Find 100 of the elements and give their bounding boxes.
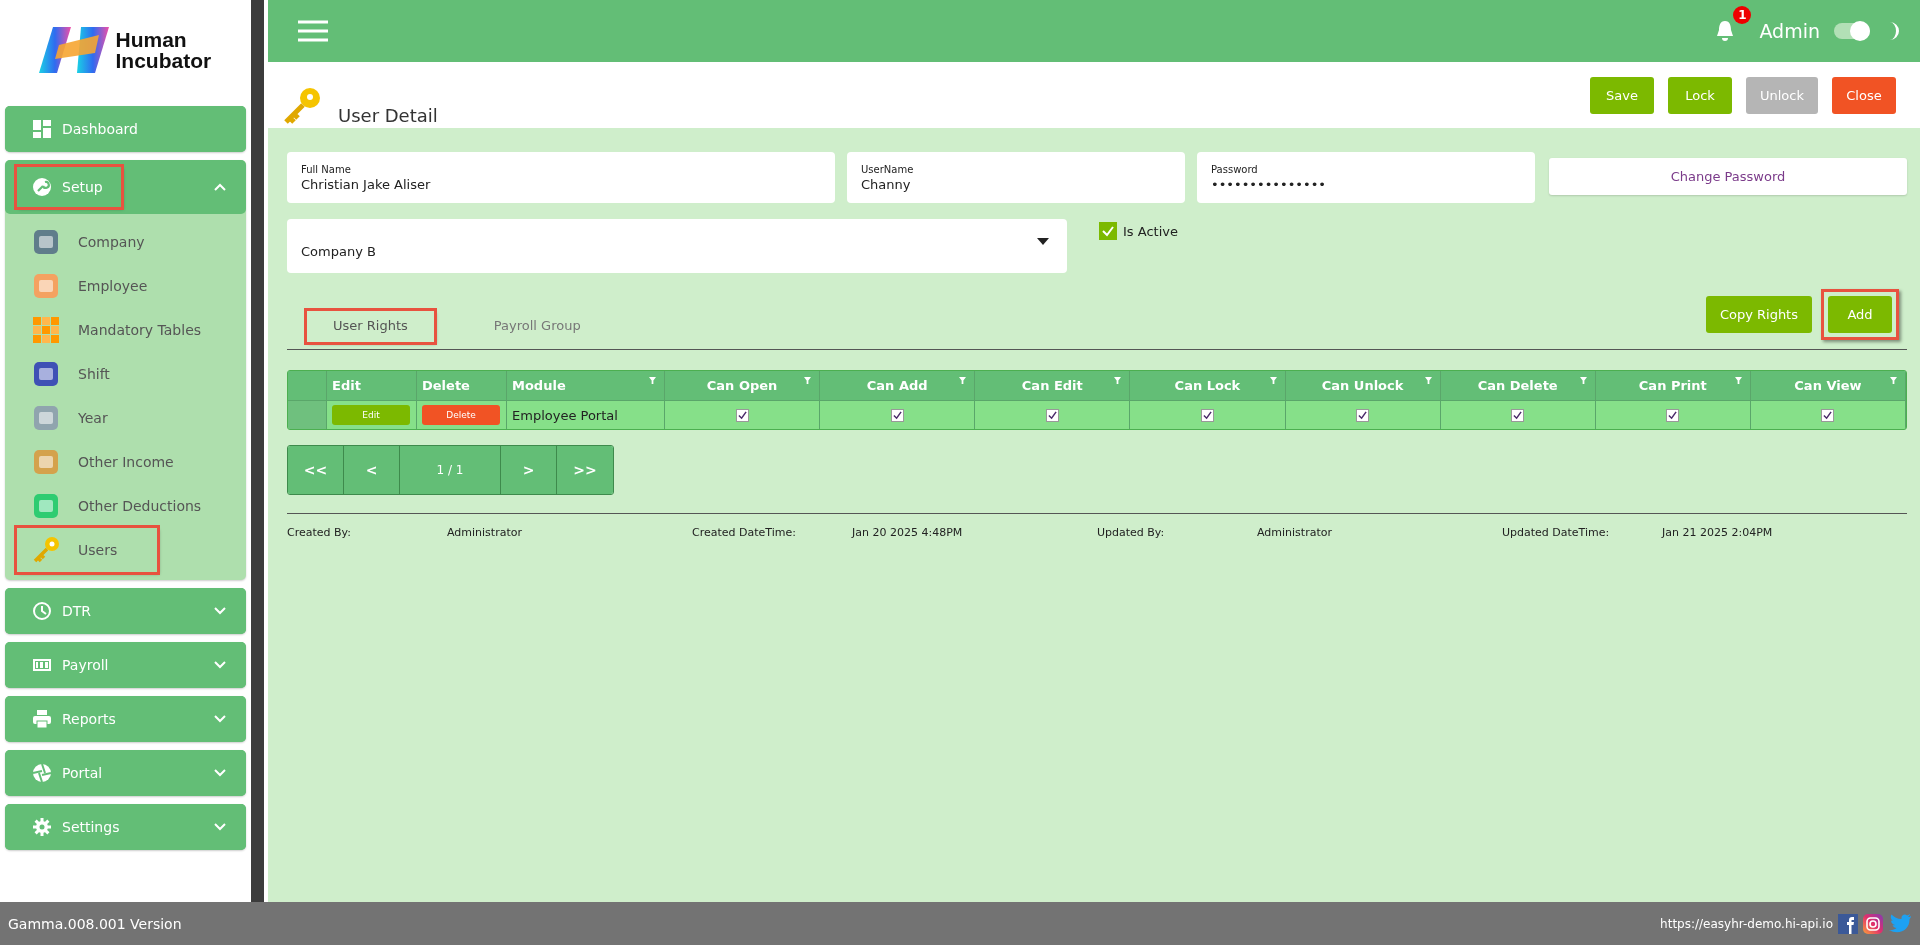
facebook-icon[interactable] — [1838, 913, 1858, 934]
checkbox[interactable] — [890, 408, 904, 422]
submenu-label: Mandatory Tables — [78, 322, 202, 338]
username-field[interactable]: UserName Channy — [847, 152, 1185, 203]
version-text: Gamma.008.001 Version — [8, 915, 182, 932]
brand-name: Human — [115, 29, 188, 50]
tab[interactable]: Payroll Group — [467, 311, 607, 342]
column-header: Can Open — [706, 378, 778, 393]
submenu-label: Shift — [78, 366, 110, 382]
column-header: Can Edit — [1021, 378, 1083, 393]
row-selector-cell[interactable] — [288, 401, 327, 429]
chevron-icon — [213, 823, 226, 831]
sidebar-item[interactable]: Payroll — [5, 642, 246, 688]
delete-button[interactable]: Delete — [422, 405, 500, 425]
submenu-item[interactable]: Year — [17, 396, 148, 440]
sidebar-label: DTR — [62, 603, 92, 619]
bell-icon[interactable] — [1715, 20, 1736, 42]
password-field[interactable]: Password ••••••••••••••• — [1197, 152, 1535, 203]
notification-badge: 1 — [1733, 6, 1752, 24]
filter-icon[interactable] — [1890, 377, 1897, 384]
filter-icon[interactable] — [1424, 377, 1432, 384]
audit-label: Updated By: — [1097, 526, 1166, 539]
submenu-item[interactable]: Shift — [17, 352, 150, 396]
column-header: Can Unlock — [1321, 378, 1404, 393]
submenu-item[interactable]: Company — [17, 220, 185, 264]
filter-icon[interactable] — [804, 377, 812, 384]
column-header: Can Print — [1638, 378, 1707, 393]
instagram-icon[interactable] — [1863, 913, 1883, 934]
table-cell: Employee Portal — [512, 407, 618, 423]
audit-value: Jan 20 2025 4:48PM — [852, 526, 963, 539]
checkbox[interactable] — [1511, 408, 1525, 422]
audit-value: Administrator — [1257, 526, 1332, 539]
sidebar-item[interactable]: Setup — [5, 160, 246, 214]
sidebar-item[interactable]: Dashboard — [5, 106, 246, 152]
checkbox[interactable] — [1045, 408, 1059, 422]
checkbox[interactable] — [1666, 408, 1680, 422]
sidebar-item[interactable]: Reports — [5, 696, 246, 742]
page-title: User Detail — [338, 105, 438, 126]
action-button[interactable]: Add — [1828, 296, 1892, 333]
action-button[interactable]: Save — [1590, 76, 1654, 114]
submenu-item[interactable]: Other Deductions — [17, 484, 242, 528]
checkbox[interactable] — [1099, 222, 1117, 240]
submenu-item[interactable]: Other Income — [17, 440, 214, 484]
theme-toggle[interactable] — [1834, 23, 1870, 39]
sidebar-label: Reports — [62, 711, 116, 727]
sidebar-label: Payroll — [62, 657, 109, 673]
sidebar-label: Settings — [62, 819, 120, 835]
last-page-button[interactable]: >> — [557, 446, 613, 494]
sidebar-item[interactable]: DTR — [5, 588, 246, 634]
checkbox[interactable] — [1200, 408, 1214, 422]
logo-icon — [39, 25, 110, 75]
tab[interactable]: User Rights — [307, 311, 434, 342]
checkbox[interactable] — [1356, 408, 1370, 422]
filter-icon[interactable] — [1114, 377, 1122, 384]
filter-icon[interactable] — [1269, 377, 1277, 384]
filter-icon[interactable] — [1734, 377, 1742, 384]
chevron-icon — [213, 715, 226, 723]
column-header: Module — [512, 378, 566, 393]
sidebar-label: Dashboard — [62, 121, 138, 137]
filter-icon[interactable] — [1579, 377, 1587, 384]
submenu-label: Company — [78, 234, 145, 250]
submenu-label: Year — [78, 410, 108, 426]
bird-icon[interactable] — [1888, 913, 1912, 934]
action-button[interactable]: Copy Rights — [1705, 296, 1812, 333]
checkbox[interactable] — [1821, 408, 1835, 422]
submenu-item[interactable]: Users — [17, 528, 158, 572]
audit-value: Jan 21 2025 2:04PM — [1662, 526, 1773, 539]
sidebar-item[interactable]: Portal — [5, 750, 246, 796]
edit-button[interactable]: Edit — [332, 405, 410, 425]
checkbox[interactable] — [735, 408, 749, 422]
change-password-button[interactable]: Change Password — [1549, 158, 1907, 195]
next-page-button[interactable]: > — [501, 446, 557, 494]
previous-page-button[interactable]: < — [344, 446, 400, 494]
submenu-label: Users — [78, 542, 118, 558]
audit-value: Administrator — [447, 526, 522, 539]
column-header: Edit — [332, 378, 361, 393]
sidebar-item[interactable]: Settings — [5, 804, 246, 850]
full-name-field[interactable]: Full Name Christian Jake Aliser — [287, 152, 835, 203]
submenu-label: Other Income — [78, 454, 174, 470]
chevron-icon — [213, 183, 226, 191]
chevron-icon — [213, 607, 226, 615]
submenu-item[interactable]: Employee — [17, 264, 188, 308]
audit-label: Created DateTime: — [692, 526, 797, 539]
column-header: Can Add — [866, 378, 928, 393]
first-page-button[interactable]: << — [288, 446, 344, 494]
checkbox-label: Is Active — [1123, 223, 1178, 239]
action-button[interactable]: Lock — [1668, 76, 1732, 114]
action-button[interactable]: Close — [1832, 76, 1896, 114]
site-link[interactable]: https://easyhr-demo.hi-api.io — [1660, 916, 1833, 931]
column-header: Delete — [422, 378, 470, 393]
caret-icon — [1037, 238, 1049, 245]
chevron-icon — [213, 769, 226, 777]
filter-icon[interactable] — [959, 377, 967, 384]
column-header: Can Delete — [1477, 378, 1558, 393]
column-header: Can View — [1794, 378, 1862, 393]
brand-name: Incubator — [115, 50, 212, 71]
submenu-item[interactable]: Mandatory Tables — [17, 308, 242, 352]
user-name[interactable]: Admin — [1759, 20, 1820, 42]
company-dropdown[interactable]: Company B — [287, 219, 1067, 273]
filter-icon[interactable] — [649, 377, 656, 384]
